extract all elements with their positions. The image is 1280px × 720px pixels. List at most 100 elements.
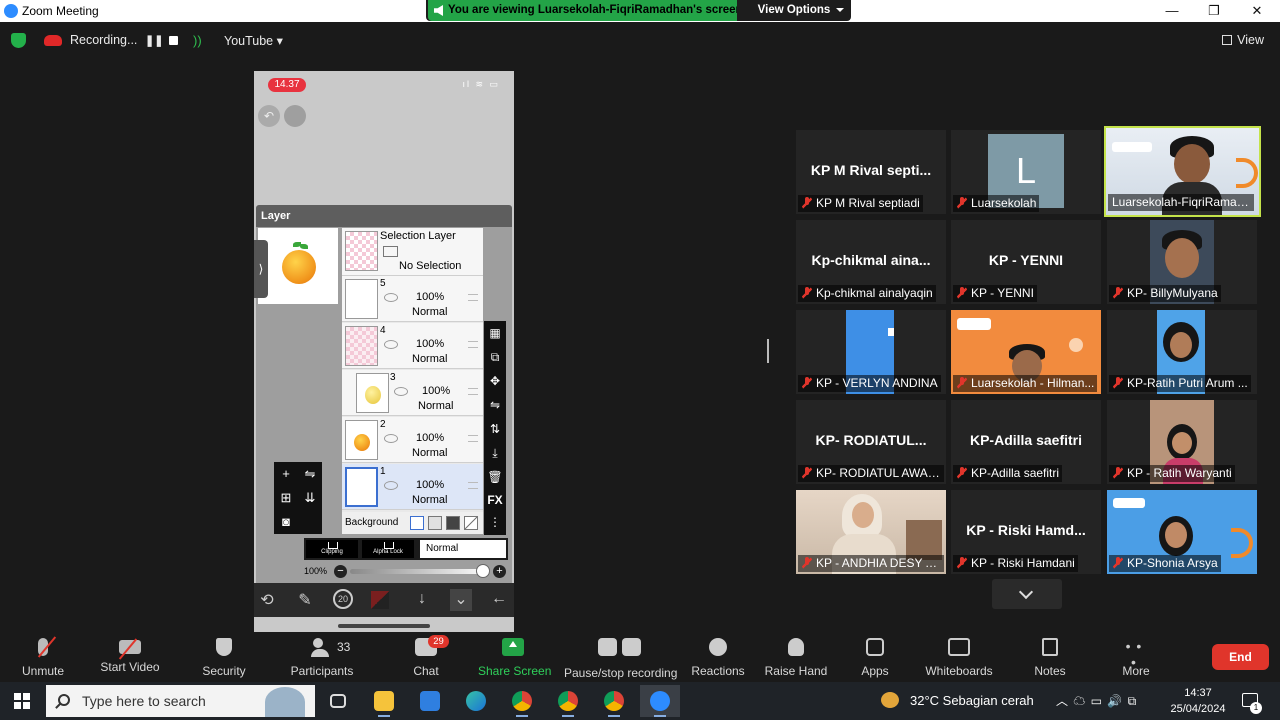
gallery-scroll-down-button[interactable] [992, 579, 1062, 609]
apps-button[interactable]: Apps [856, 632, 894, 682]
flip-vertical-icon[interactable]: ⇅ [484, 422, 506, 436]
layer-row[interactable]: 4 100% Normal [342, 323, 483, 369]
add-layer-icon[interactable]: + [274, 466, 298, 481]
system-tray-icons[interactable]: ︿ ☁ ▭ 🔊 ⧉ [1056, 682, 1137, 720]
task-view-icon[interactable] [318, 685, 358, 717]
youtube-stream-dropdown[interactable]: YouTube ▾ [224, 33, 283, 48]
flip-layer-icon[interactable]: ⇋ [298, 466, 322, 482]
expand-panel-tab[interactable]: ⟩ [254, 240, 268, 298]
taskbar-search-input[interactable]: Type here to search [46, 685, 315, 717]
opacity-slider-knob[interactable] [476, 564, 490, 578]
encryption-shield-icon[interactable] [11, 33, 26, 48]
view-options-button[interactable]: View Options [738, 0, 850, 21]
transform-icon[interactable]: ⟲ [256, 590, 278, 610]
layer-row[interactable]: 3 100% Normal [342, 370, 483, 416]
bg-none-swatch[interactable] [464, 516, 478, 530]
unmute-button[interactable]: Unmute [18, 632, 68, 682]
bg-dark-swatch[interactable] [446, 516, 460, 530]
bg-checker-swatch[interactable] [428, 516, 442, 530]
participant-tile[interactable]: KP - ANDHIA DESY A... [796, 490, 946, 574]
move-icon[interactable]: ✥ [484, 374, 506, 388]
pause-recording-button[interactable]: ❚❚ [145, 34, 163, 47]
bg-white-swatch[interactable] [410, 516, 424, 530]
brush-icon[interactable]: ✎ [294, 590, 316, 610]
background-row[interactable]: Background [342, 512, 483, 534]
chrome-icon[interactable] [548, 685, 588, 717]
visibility-eye-icon[interactable] [384, 293, 398, 302]
layer-row[interactable]: 2 100% Normal [342, 417, 483, 463]
collapse-icon[interactable]: ⌄ [450, 589, 472, 611]
participant-tile[interactable]: KP- RODIATUL... KP- RODIATUL AWALI... [796, 400, 946, 484]
clipping-button[interactable]: Clipping [306, 540, 358, 558]
participant-tile[interactable]: KP - Ratih Waryanti [1107, 400, 1257, 484]
drag-handle-icon[interactable] [468, 435, 478, 442]
drag-handle-icon[interactable] [468, 388, 478, 395]
trash-icon[interactable]: 🗑 [484, 470, 506, 484]
visibility-eye-icon[interactable] [384, 340, 398, 349]
merge-layer-icon[interactable]: ⇊ [298, 490, 322, 506]
back-arrow-icon[interactable]: ← [488, 590, 510, 608]
chrome-icon[interactable] [502, 685, 542, 717]
more-vertical-icon[interactable]: ⋮ [484, 515, 506, 529]
more-button[interactable]: More [1116, 632, 1156, 682]
active-speaker-tile[interactable]: Luarsekolah-FiqriRamad... [1104, 126, 1261, 217]
raise-hand-button[interactable]: Raise Hand [764, 632, 828, 682]
camera-icon[interactable]: ◙ [274, 514, 298, 529]
selection-layer-row[interactable]: Selection Layer No Selection [342, 228, 483, 276]
stop-recording-button[interactable] [169, 36, 178, 45]
checker-icon[interactable]: ▦ [484, 326, 506, 340]
drag-handle-icon[interactable] [468, 482, 478, 489]
opacity-minus-button[interactable]: − [334, 565, 347, 578]
drag-handle-icon[interactable] [468, 341, 478, 348]
whiteboards-button[interactable]: Whiteboards [924, 632, 994, 682]
zoom-app-icon[interactable] [640, 685, 680, 717]
visibility-eye-icon[interactable] [394, 387, 408, 396]
view-menu-button[interactable]: View [1222, 33, 1264, 47]
security-button[interactable]: Security [198, 632, 250, 682]
weather-text[interactable]: 32°C Sebagian cerah [910, 682, 1034, 720]
visibility-eye-icon[interactable] [384, 434, 398, 443]
share-screen-button[interactable]: Share Screen [478, 632, 551, 682]
copy-layer-icon[interactable]: ⧉ [484, 350, 506, 365]
color-swatch[interactable] [371, 591, 389, 609]
brush-size-icon[interactable]: 20 [333, 589, 353, 609]
participant-tile[interactable]: L Luarsekolah [951, 130, 1101, 214]
participant-tile[interactable]: KP-Shonia Arsya [1107, 490, 1257, 574]
mail-icon[interactable] [410, 685, 450, 717]
fx-button[interactable]: FX [484, 493, 506, 507]
maximize-button[interactable]: ❐ [1194, 1, 1234, 21]
file-explorer-icon[interactable] [364, 685, 404, 717]
participant-tile[interactable]: KP- BillyMulyana [1107, 220, 1257, 304]
split-resize-handle[interactable] [767, 339, 769, 363]
layer-row[interactable]: 5 100% Normal [342, 276, 483, 322]
end-meeting-button[interactable]: End [1212, 644, 1269, 670]
opacity-plus-button[interactable]: + [493, 565, 506, 578]
arrow-down-icon[interactable]: ↓ [411, 590, 433, 608]
notes-button[interactable]: Notes [1030, 632, 1070, 682]
flip-horizontal-icon[interactable]: ⇋ [484, 398, 506, 412]
participant-tile[interactable]: Luarsekolah - Hilman... [951, 310, 1101, 394]
merge-down-icon[interactable]: ⤓ [484, 446, 506, 461]
participant-tile[interactable]: KP M Rival septi... KP M Rival septiadi [796, 130, 946, 214]
drag-handle-icon[interactable] [468, 294, 478, 301]
start-windows-icon[interactable] [14, 693, 30, 709]
start-video-button[interactable]: Start Video [98, 632, 162, 682]
shared-screen[interactable]: 14.37 ıl ≋ ▭ ↶ Layer ⟩ + ⇋ ⊞ ⇊ ◙ Selecti… [254, 71, 514, 633]
participant-tile[interactable]: Kp-chikmal aina... Kp-chikmal ainalyaqin [796, 220, 946, 304]
participant-tile[interactable]: KP - YENNI KP - YENNI [951, 220, 1101, 304]
visibility-eye-icon[interactable] [384, 481, 398, 490]
add-folder-icon[interactable]: ⊞ [274, 490, 298, 506]
redo-icon[interactable] [284, 105, 306, 127]
layer-row-selected[interactable]: 1 100% Normal [342, 464, 483, 510]
reactions-button[interactable]: Reactions [690, 632, 746, 682]
opacity-slider[interactable] [350, 569, 490, 574]
minimize-button[interactable]: — [1152, 1, 1192, 21]
participant-tile[interactable]: KP-Ratih Putri Arum ... [1107, 310, 1257, 394]
close-button[interactable]: ✕ [1237, 1, 1277, 21]
participant-tile[interactable]: KP - Riski Hamd... KP - Riski Hamdani [951, 490, 1101, 574]
alpha-lock-button[interactable]: Alpha Lock [362, 540, 414, 558]
edge-browser-icon[interactable] [456, 685, 496, 717]
undo-icon[interactable]: ↶ [258, 105, 280, 127]
blend-mode-select[interactable]: Normal [420, 540, 506, 558]
taskbar-clock[interactable]: 14:37 25/04/2024 [1168, 685, 1228, 717]
